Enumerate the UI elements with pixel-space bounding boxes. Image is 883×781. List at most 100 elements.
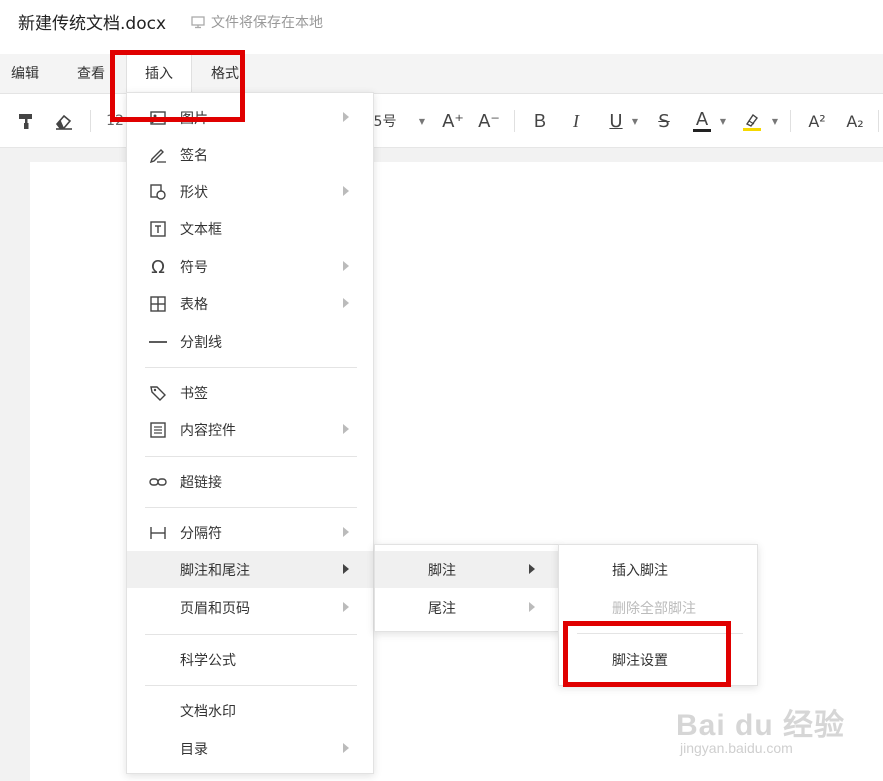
menu-item-label: 超链接 bbox=[180, 474, 222, 491]
menu-item-equation[interactable]: 科学公式 bbox=[127, 641, 373, 678]
menu-item-hyperlink[interactable]: 超链接 bbox=[127, 463, 373, 500]
menu-item-label: 文档水印 bbox=[180, 703, 236, 720]
underline-button[interactable]: U bbox=[604, 108, 628, 134]
grow-font-button[interactable]: A⁺ bbox=[440, 108, 466, 134]
menu-separator bbox=[145, 507, 357, 508]
submenu-item-label: 删除全部脚注 bbox=[612, 600, 696, 617]
save-status: 文件将保存在本地 bbox=[191, 12, 323, 32]
paragraph-size-select[interactable]: 5号 bbox=[370, 108, 400, 134]
chevron-right-icon bbox=[343, 743, 349, 753]
title-bar: 新建传统文档.docx 文件将保存在本地 bbox=[0, 0, 883, 54]
italic-button[interactable]: I bbox=[564, 108, 588, 134]
insert-menu: 图片 签名 形状 文本框 Ω 符号 表格 分割线 书签 内容控件 超链接 分隔符… bbox=[126, 92, 374, 774]
font-color-bar bbox=[693, 128, 711, 132]
menu-item-separator[interactable]: 分隔符 bbox=[127, 514, 373, 551]
chevron-right-icon bbox=[343, 186, 349, 196]
format-painter-icon[interactable] bbox=[14, 108, 38, 134]
chevron-down-icon[interactable]: ▼ bbox=[770, 108, 780, 134]
highlighter-icon bbox=[745, 113, 758, 127]
baidu-jingyan-watermark: Bai du 经验 jingyan.baidu.com bbox=[676, 700, 866, 770]
font-color-button[interactable]: A bbox=[690, 108, 714, 134]
menu-item-label: 文本框 bbox=[180, 221, 222, 238]
submenu-item-label: 插入脚注 bbox=[612, 562, 668, 579]
tag-icon bbox=[149, 384, 167, 402]
annotation-box-insert-tab bbox=[110, 50, 245, 122]
chevron-right-icon bbox=[343, 527, 349, 537]
toolbar-separator bbox=[90, 110, 91, 132]
watermark-url: jingyan.baidu.com bbox=[680, 740, 793, 756]
menu-item-table[interactable]: 表格 bbox=[127, 285, 373, 322]
content-control-icon bbox=[149, 421, 167, 439]
menu-item-divider-line[interactable]: 分割线 bbox=[127, 323, 373, 360]
menu-separator bbox=[145, 685, 357, 686]
menu-item-toc[interactable]: 目录 bbox=[127, 730, 373, 767]
subscript-button[interactable]: A₂ bbox=[842, 108, 868, 134]
menu-item-bookmark[interactable]: 书签 bbox=[127, 374, 373, 411]
chevron-right-icon bbox=[343, 564, 349, 574]
menu-item-label: 内容控件 bbox=[180, 422, 236, 439]
chevron-down-icon[interactable]: ▼ bbox=[718, 108, 728, 134]
shape-icon bbox=[149, 183, 167, 201]
submenu-item-label: 尾注 bbox=[428, 600, 456, 617]
omega-icon: Ω bbox=[151, 256, 165, 278]
toolbar-separator bbox=[790, 110, 791, 132]
submenu-item-footnote[interactable]: 脚注 bbox=[375, 551, 559, 588]
bold-button[interactable]: B bbox=[528, 108, 552, 134]
menu-item-symbol[interactable]: Ω 符号 bbox=[127, 248, 373, 285]
textbox-icon bbox=[149, 220, 167, 238]
menu-separator bbox=[145, 456, 357, 457]
menu-item-label: 形状 bbox=[180, 184, 208, 201]
font-color-letter: A bbox=[695, 108, 709, 130]
menu-item-signature[interactable]: 签名 bbox=[127, 136, 373, 173]
menu-item-label: 表格 bbox=[180, 296, 208, 313]
shrink-font-button[interactable]: A⁻ bbox=[476, 108, 502, 134]
highlight-bar bbox=[743, 127, 761, 131]
menu-item-label: 书签 bbox=[180, 385, 208, 402]
link-icon bbox=[149, 473, 167, 491]
chevron-right-icon bbox=[529, 564, 535, 574]
pen-icon bbox=[149, 146, 167, 164]
notes-submenu: 脚注 尾注 bbox=[374, 544, 560, 632]
menu-item-header-page-number[interactable]: 页眉和页码 bbox=[127, 589, 373, 626]
submenu-item-endnote[interactable]: 尾注 bbox=[375, 589, 559, 626]
menu-separator bbox=[145, 367, 357, 368]
menu-item-label: 目录 bbox=[180, 741, 208, 758]
menu-item-label: 分隔符 bbox=[180, 525, 222, 542]
menu-item-label: 分割线 bbox=[180, 334, 222, 351]
chevron-right-icon bbox=[529, 602, 535, 612]
menu-item-shape[interactable]: 形状 bbox=[127, 173, 373, 210]
chevron-right-icon bbox=[343, 298, 349, 308]
document-title[interactable]: 新建传统文档.docx bbox=[18, 9, 166, 34]
tab-view[interactable]: 查看 bbox=[66, 54, 116, 94]
submenu-item-label: 脚注 bbox=[428, 562, 456, 579]
annotation-box-footnote-settings bbox=[563, 621, 731, 687]
separator-icon bbox=[149, 524, 167, 542]
strikethrough-button[interactable]: S bbox=[652, 108, 676, 134]
divider-line-icon bbox=[149, 333, 167, 351]
menu-item-textbox[interactable]: 文本框 bbox=[127, 210, 373, 247]
save-status-text: 文件将保存在本地 bbox=[211, 15, 323, 31]
chevron-down-icon[interactable]: ▼ bbox=[630, 108, 640, 134]
submenu-item-insert-footnote[interactable]: 插入脚注 bbox=[559, 551, 757, 588]
menu-item-label: 签名 bbox=[180, 147, 208, 164]
tab-edit[interactable]: 编辑 bbox=[0, 54, 50, 94]
monitor-icon bbox=[191, 15, 205, 29]
chevron-right-icon bbox=[343, 112, 349, 122]
chevron-down-icon[interactable]: ▼ bbox=[416, 108, 428, 134]
chevron-right-icon bbox=[343, 261, 349, 271]
menu-item-footnote-endnote[interactable]: 脚注和尾注 bbox=[127, 551, 373, 588]
highlight-button[interactable] bbox=[740, 108, 764, 134]
toolbar-separator bbox=[514, 110, 515, 132]
eraser-icon[interactable] bbox=[52, 108, 76, 134]
menu-item-label: 脚注和尾注 bbox=[180, 562, 250, 579]
menu-item-content-control[interactable]: 内容控件 bbox=[127, 411, 373, 448]
watermark-main: Bai du 经验 bbox=[676, 709, 846, 742]
menu-item-label: 科学公式 bbox=[180, 652, 236, 669]
menu-separator bbox=[145, 634, 357, 635]
table-icon bbox=[149, 295, 167, 313]
menu-item-watermark[interactable]: 文档水印 bbox=[127, 692, 373, 729]
superscript-button[interactable]: A² bbox=[804, 108, 830, 134]
toolbar-separator bbox=[878, 110, 879, 132]
chevron-right-icon bbox=[343, 424, 349, 434]
menu-item-label: 符号 bbox=[180, 259, 208, 276]
